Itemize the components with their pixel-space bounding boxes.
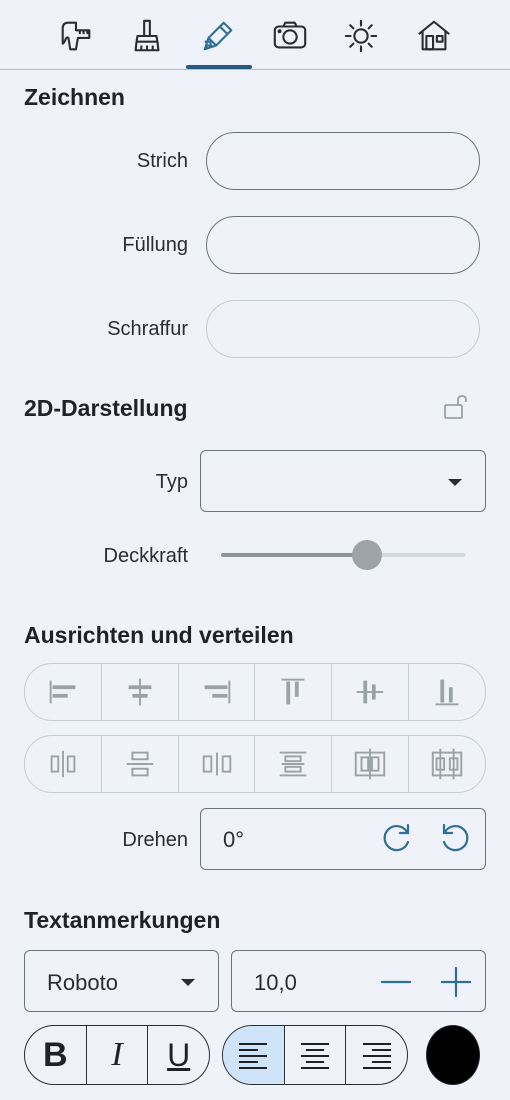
tab-building[interactable] bbox=[406, 10, 462, 62]
bold-label: B bbox=[43, 1035, 68, 1074]
text-align-center-button[interactable] bbox=[285, 1026, 347, 1084]
fill-label: Füllung bbox=[122, 234, 188, 256]
font-family-value: Roboto bbox=[47, 970, 118, 995]
italic-button[interactable]: I bbox=[87, 1026, 149, 1084]
align-bottom-button[interactable] bbox=[409, 664, 485, 720]
fill-color-field[interactable] bbox=[206, 216, 480, 274]
center-horizontal-in-box-button[interactable] bbox=[332, 736, 410, 792]
tab-light[interactable] bbox=[333, 10, 389, 62]
distribute-in-box-button[interactable] bbox=[409, 736, 485, 792]
align-right-button[interactable] bbox=[179, 664, 256, 720]
stroke-color-field[interactable] bbox=[206, 132, 480, 190]
font-size-value: 10,0 bbox=[254, 970, 297, 995]
space-vertical-button[interactable] bbox=[255, 736, 333, 792]
align-middle-vertical-button[interactable] bbox=[332, 664, 410, 720]
draw-section-title: Zeichnen bbox=[24, 84, 125, 110]
align-section-title: Ausrichten und verteilen bbox=[24, 622, 294, 648]
italic-label: I bbox=[111, 1036, 123, 1073]
chevron-down-icon bbox=[448, 479, 462, 486]
camera-icon bbox=[273, 21, 307, 49]
distribute-vertical-icon bbox=[126, 751, 154, 777]
space-horizontal-button[interactable] bbox=[179, 736, 256, 792]
stroke-label: Strich bbox=[136, 150, 188, 172]
text-style-group: B I U bbox=[24, 1025, 210, 1085]
text-align-right-button[interactable] bbox=[346, 1026, 407, 1084]
align-right-icon bbox=[204, 680, 230, 704]
opacity-slider-fill bbox=[221, 553, 368, 557]
rotate-cw-icon[interactable] bbox=[378, 820, 414, 856]
align-top-icon bbox=[281, 678, 305, 705]
tab-measure[interactable] bbox=[48, 10, 104, 62]
align-left-icon bbox=[49, 680, 76, 704]
distribute-vertical-button[interactable] bbox=[102, 736, 179, 792]
text-align-left-icon bbox=[239, 1043, 268, 1069]
align-left-button[interactable] bbox=[25, 664, 102, 720]
sun-icon bbox=[344, 19, 378, 53]
brush-icon bbox=[134, 19, 160, 52]
opacity-slider-thumb[interactable] bbox=[352, 540, 383, 570]
tab-draw[interactable] bbox=[190, 10, 246, 62]
space-horizontal-icon bbox=[202, 752, 231, 776]
display2d-section-title: 2D-Darstellung bbox=[24, 395, 188, 421]
bold-button[interactable]: B bbox=[25, 1026, 87, 1084]
active-tab-indicator bbox=[186, 65, 252, 69]
rotate-ccw-icon[interactable] bbox=[438, 820, 474, 856]
pencil-icon bbox=[203, 21, 233, 51]
distribute-horizontal-icon bbox=[50, 750, 76, 778]
plus-icon[interactable] bbox=[440, 966, 472, 998]
text-align-left-button[interactable] bbox=[223, 1026, 285, 1084]
align-middle-vertical-icon bbox=[356, 680, 384, 704]
minus-icon[interactable] bbox=[380, 966, 412, 998]
tab-paint[interactable] bbox=[119, 10, 175, 62]
rotate-label: Drehen bbox=[122, 829, 188, 851]
align-top-button[interactable] bbox=[255, 664, 333, 720]
text-align-center-icon bbox=[301, 1043, 329, 1069]
house-icon bbox=[418, 20, 450, 51]
text-color-swatch[interactable] bbox=[426, 1025, 480, 1085]
hatch-field[interactable] bbox=[206, 300, 480, 358]
center-horizontal-in-box-icon bbox=[355, 748, 386, 780]
hatch-label: Schraffur bbox=[107, 318, 188, 340]
distribute-in-box-icon bbox=[431, 748, 463, 780]
align-bottom-icon bbox=[435, 679, 459, 706]
distribute-horizontal-button[interactable] bbox=[25, 736, 102, 792]
font-family-dropdown[interactable]: Roboto bbox=[24, 950, 219, 1012]
caliper-icon bbox=[61, 21, 91, 51]
type-dropdown[interactable] bbox=[200, 450, 486, 512]
rotate-value: 0° bbox=[223, 827, 245, 852]
type-label: Typ bbox=[155, 471, 188, 493]
underline-label: U bbox=[167, 1036, 191, 1073]
opacity-label: Deckkraft bbox=[103, 545, 188, 567]
opacity-slider-track[interactable] bbox=[221, 553, 465, 557]
text-section-title: Textanmerkungen bbox=[24, 907, 221, 933]
text-align-group bbox=[222, 1025, 408, 1085]
align-button-group bbox=[24, 663, 486, 721]
distribute-button-group bbox=[24, 735, 486, 793]
tab-camera[interactable] bbox=[262, 10, 318, 62]
align-center-horizontal-icon bbox=[128, 678, 152, 706]
unlock-icon[interactable] bbox=[442, 393, 472, 421]
chevron-down-icon bbox=[181, 979, 195, 986]
align-center-horizontal-button[interactable] bbox=[102, 664, 179, 720]
text-align-right-icon bbox=[362, 1043, 391, 1069]
underline-button[interactable]: U bbox=[148, 1026, 209, 1084]
space-vertical-icon bbox=[280, 751, 307, 777]
